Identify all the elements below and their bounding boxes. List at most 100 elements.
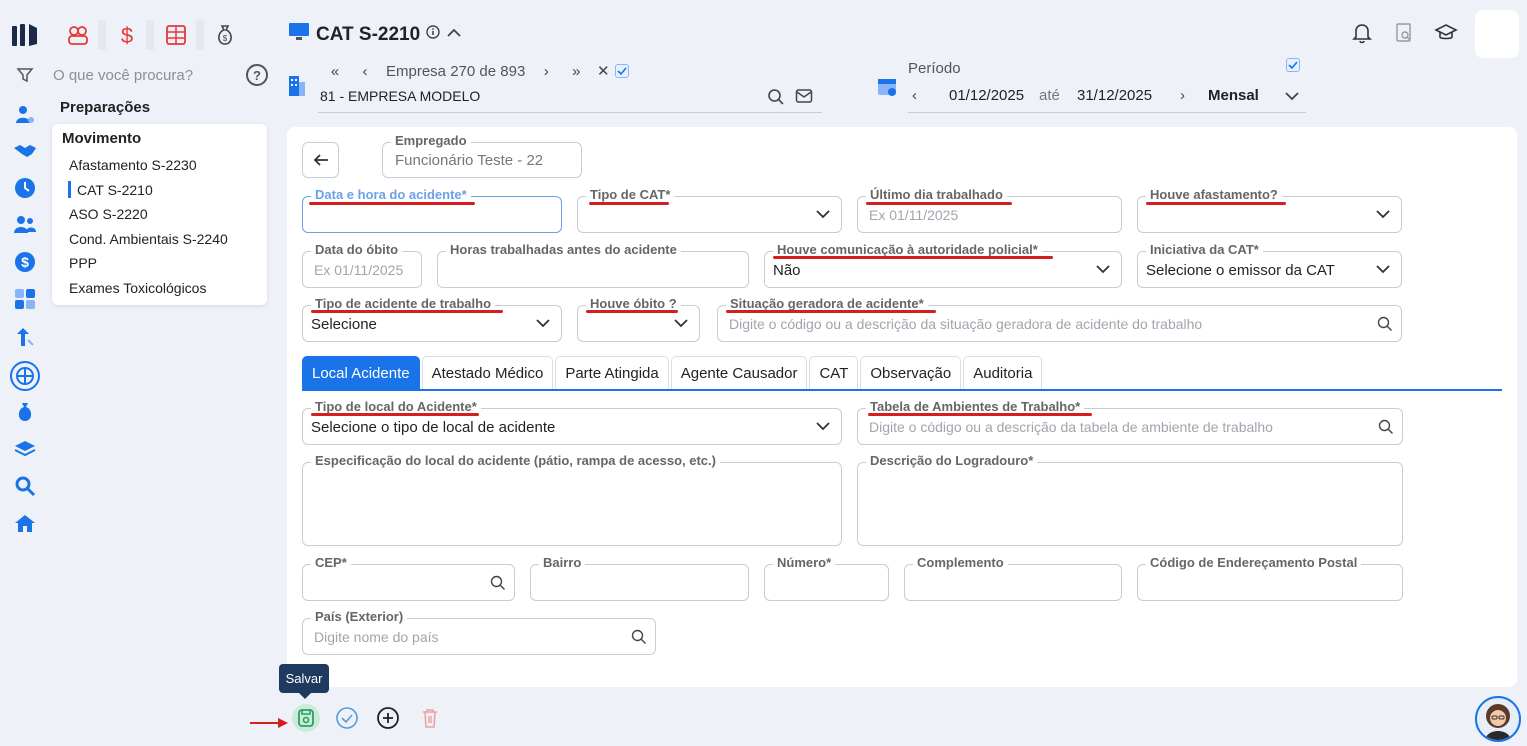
movimento-menu: Movimento Afastamento S-2230 CAT S-2210 … [52, 124, 267, 305]
calculator-icon[interactable] [12, 286, 38, 312]
money-bag-icon[interactable] [12, 399, 38, 425]
empregado-field[interactable]: Empregado Funcionário Teste - 22 [382, 133, 582, 178]
cep-field[interactable]: CEP* [302, 555, 515, 601]
people-module-icon[interactable] [63, 20, 93, 50]
empresa-divider [318, 112, 822, 113]
document-search-icon[interactable] [1391, 20, 1417, 46]
pais-placeholder: Digite nome do país [314, 629, 439, 645]
dollar-module-icon[interactable]: $ [112, 20, 142, 50]
confirm-button[interactable] [333, 704, 361, 732]
bell-icon[interactable] [1349, 20, 1375, 46]
iniciativa-cat-select[interactable]: Iniciativa da CAT* Selecione o emissor d… [1137, 242, 1402, 288]
periodo-start[interactable]: 01/12/2025 [949, 87, 1024, 104]
module-separator [196, 20, 204, 50]
complemento-field[interactable]: Complemento [904, 555, 1122, 601]
last-empresa-button[interactable]: » [561, 63, 591, 80]
back-button[interactable] [302, 142, 339, 178]
clock-icon[interactable] [12, 175, 38, 201]
employee-settings-icon[interactable] [12, 102, 38, 128]
menu-item-ppp[interactable]: PPP [69, 255, 97, 271]
calendar-icon [876, 75, 898, 102]
tab-atestado-medico[interactable]: Atestado Médico [421, 356, 554, 389]
search-icon[interactable] [1377, 316, 1393, 337]
search-menu-icon[interactable] [12, 473, 38, 499]
delete-button[interactable] [416, 704, 444, 732]
empregado-value: Funcionário Teste - 22 [395, 152, 544, 169]
menu-item-exames[interactable]: Exames Toxicológicos [69, 280, 206, 296]
first-empresa-button[interactable]: « [320, 63, 350, 80]
periodo-selector: ‹ 01/12/2025 até 31/12/2025 › Mensal [908, 85, 1306, 113]
menu-item-aso[interactable]: ASO S-2220 [69, 206, 148, 222]
pen-upload-icon[interactable] [12, 324, 38, 350]
home-icon[interactable] [12, 510, 38, 536]
layers-icon[interactable] [12, 436, 38, 462]
tab-parte-atingida[interactable]: Parte Atingida [555, 356, 669, 389]
chevron-down-icon[interactable] [1284, 89, 1300, 106]
horas-trabalhadas-field[interactable]: Horas trabalhadas antes do acidente [437, 242, 749, 288]
pais-field[interactable]: País (Exterior) Digite nome do país [302, 609, 656, 655]
tab-agente-causador[interactable]: Agente Causador [670, 356, 808, 389]
cat-module-icon[interactable] [10, 361, 40, 391]
numero-field[interactable]: Número* [764, 555, 889, 601]
especificacao-label: Especificação do local do acidente (páti… [311, 453, 720, 469]
close-icon[interactable]: ✕ [591, 62, 615, 80]
required-underline [311, 413, 479, 416]
tab-local-acidente[interactable]: Local Acidente [302, 356, 420, 389]
menu-item-cat[interactable]: CAT S-2210 [77, 182, 153, 198]
periodo-separator: até [1039, 87, 1060, 104]
prev-empresa-button[interactable]: ‹ [350, 63, 380, 80]
search-icon[interactable] [631, 629, 647, 650]
data-obito-label: Data do óbito [311, 242, 403, 258]
codigo-postal-field[interactable]: Código de Endereçamento Postal [1137, 555, 1403, 601]
next-period-button[interactable]: › [1180, 87, 1185, 104]
page-title: CAT S-2210 [316, 23, 421, 45]
situacao-placeholder: Digite o código ou a descrição da situaç… [729, 316, 1203, 332]
prev-period-button[interactable]: ‹ [912, 87, 917, 104]
empresa-checkbox[interactable] [615, 64, 630, 78]
periodo-end[interactable]: 31/12/2025 [1077, 87, 1152, 104]
mail-icon[interactable] [795, 88, 813, 109]
periodo-tipo[interactable]: Mensal [1208, 87, 1259, 104]
complemento-label: Complemento [913, 555, 1008, 571]
help-icon[interactable]: ? [246, 64, 268, 86]
info-icon[interactable] [426, 25, 440, 44]
handshake-icon[interactable] [12, 138, 38, 164]
periodo-checkbox[interactable] [1286, 58, 1300, 72]
add-button[interactable] [374, 704, 402, 732]
search-icon[interactable] [1378, 419, 1394, 440]
assistant-avatar[interactable] [1475, 696, 1521, 742]
chevron-down-icon [815, 207, 831, 225]
menu-title[interactable]: Movimento [62, 130, 141, 147]
especificacao-textarea[interactable]: Especificação do local do acidente (páti… [302, 453, 842, 546]
logradouro-textarea[interactable]: Descrição do Logradouro* [857, 453, 1403, 546]
section-title[interactable]: Preparações [60, 99, 150, 116]
spreadsheet-module-icon[interactable] [161, 20, 191, 50]
menu-search-input[interactable] [53, 64, 243, 86]
tab-observacao[interactable]: Observação [860, 356, 962, 389]
pais-label: País (Exterior) [311, 609, 408, 625]
tab-auditoria[interactable]: Auditoria [963, 356, 1043, 389]
tipo-local-value: Selecione o tipo de local de acidente [311, 419, 556, 436]
empresa-navigator: « ‹ Empresa 270 de 893 › » ✕ [320, 62, 630, 80]
next-empresa-button[interactable]: › [531, 63, 561, 80]
tab-cat[interactable]: CAT [809, 356, 859, 389]
save-button[interactable] [292, 704, 320, 732]
graduation-cap-icon[interactable] [1433, 20, 1459, 46]
menu-item-cond-ambientais[interactable]: Cond. Ambientais S-2240 [69, 231, 228, 247]
search-icon[interactable] [490, 575, 506, 596]
data-hora-label: Data e hora do acidente* [311, 187, 471, 203]
data-obito-field[interactable]: Data do óbito Ex 01/11/2025 [302, 242, 422, 288]
chevron-up-icon[interactable] [446, 26, 462, 44]
bairro-field[interactable]: Bairro [530, 555, 749, 601]
money-bag-module-icon[interactable]: $ [210, 20, 240, 50]
dollar-circle-icon[interactable]: $ [12, 249, 38, 275]
menu-item-afastamento[interactable]: Afastamento S-2230 [69, 157, 197, 173]
chevron-down-icon [815, 419, 831, 437]
app-logo-icon[interactable] [11, 22, 39, 53]
chevron-down-icon [1095, 262, 1111, 280]
user-menu-box[interactable] [1475, 10, 1519, 58]
filter-icon[interactable] [12, 62, 38, 88]
svg-text:$: $ [21, 254, 29, 270]
empresa-search-icon[interactable] [767, 88, 785, 111]
users-icon[interactable] [12, 212, 38, 238]
